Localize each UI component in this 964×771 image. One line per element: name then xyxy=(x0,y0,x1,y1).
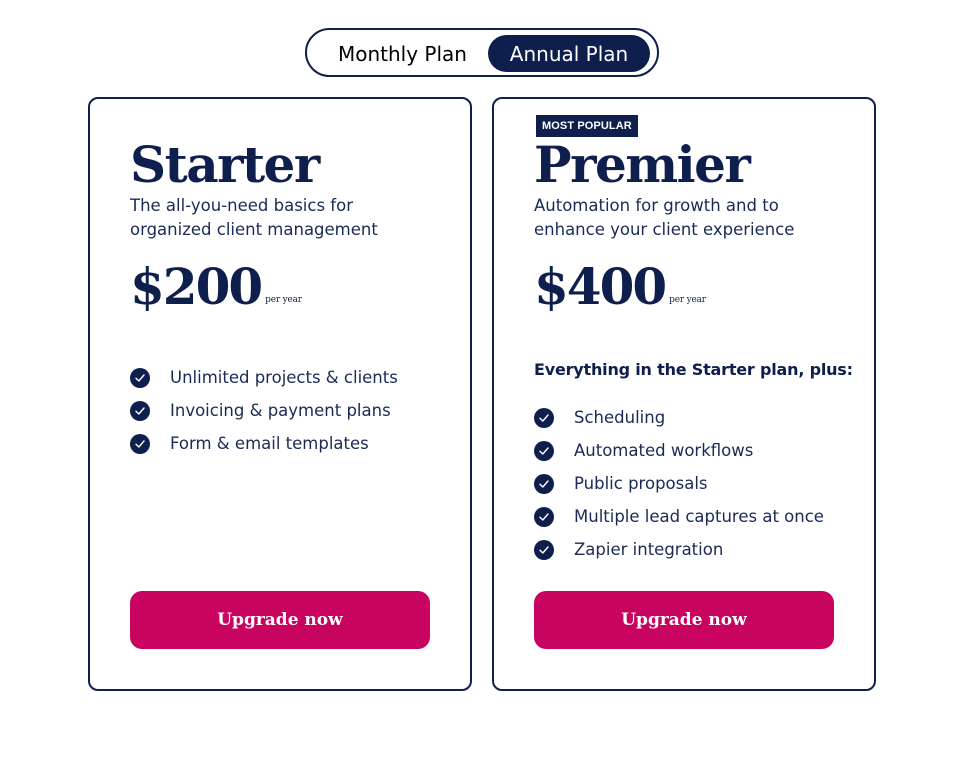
check-circle-icon xyxy=(534,440,554,461)
annual-plan-option[interactable]: Annual Plan xyxy=(488,35,650,72)
feature-item: Unlimited projects & clients xyxy=(130,361,398,394)
check-circle-icon xyxy=(534,407,554,428)
check-circle-icon xyxy=(130,433,150,454)
feature-list: Scheduling Automated workflows Public pr… xyxy=(534,401,824,566)
plan-description: The all-you-need basics for organized cl… xyxy=(130,196,378,239)
feature-label: Unlimited projects & clients xyxy=(170,368,398,387)
premier-plan-card: MOST POPULAR Premier Automation for grow… xyxy=(492,97,876,691)
feature-list: Unlimited projects & clients Invoicing &… xyxy=(130,361,398,460)
feature-label: Zapier integration xyxy=(574,540,724,559)
feature-item: Invoicing & payment plans xyxy=(130,394,398,427)
feature-label: Multiple lead captures at once xyxy=(574,507,824,526)
feature-item: Multiple lead captures at once xyxy=(534,500,824,533)
most-popular-badge: MOST POPULAR xyxy=(536,115,638,137)
feature-item: Public proposals xyxy=(534,467,824,500)
plan-price: $200 per year xyxy=(130,259,302,315)
feature-label: Scheduling xyxy=(574,408,666,427)
check-circle-icon xyxy=(130,367,150,388)
check-circle-icon xyxy=(130,400,150,421)
upgrade-now-button[interactable]: Upgrade now xyxy=(130,591,430,649)
feature-label: Invoicing & payment plans xyxy=(170,401,391,420)
plan-period-toggle: Monthly Plan Annual Plan xyxy=(305,28,659,77)
feature-label: Form & email templates xyxy=(170,434,369,453)
feature-label: Public proposals xyxy=(574,474,708,493)
price-amount: $400 xyxy=(534,257,667,316)
price-period: per year xyxy=(669,295,706,305)
monthly-plan-option[interactable]: Monthly Plan xyxy=(315,35,490,72)
check-circle-icon xyxy=(534,506,554,527)
plan-title: Premier xyxy=(534,135,751,194)
feature-item: Scheduling xyxy=(534,401,824,434)
price-period: per year xyxy=(265,295,302,305)
plan-price: $400 per year xyxy=(534,259,706,315)
includes-heading: Everything in the Starter plan, plus: xyxy=(534,360,853,379)
feature-label: Automated workflows xyxy=(574,441,754,460)
plan-title: Starter xyxy=(130,135,320,194)
starter-plan-card: Starter The all-you-need basics for orga… xyxy=(88,97,472,691)
feature-item: Form & email templates xyxy=(130,427,398,460)
feature-item: Zapier integration xyxy=(534,533,824,566)
plan-description: Automation for growth and to enhance you… xyxy=(534,196,795,239)
feature-item: Automated workflows xyxy=(534,434,824,467)
check-circle-icon xyxy=(534,473,554,494)
check-circle-icon xyxy=(534,539,554,560)
price-amount: $200 xyxy=(130,257,263,316)
upgrade-now-button[interactable]: Upgrade now xyxy=(534,591,834,649)
